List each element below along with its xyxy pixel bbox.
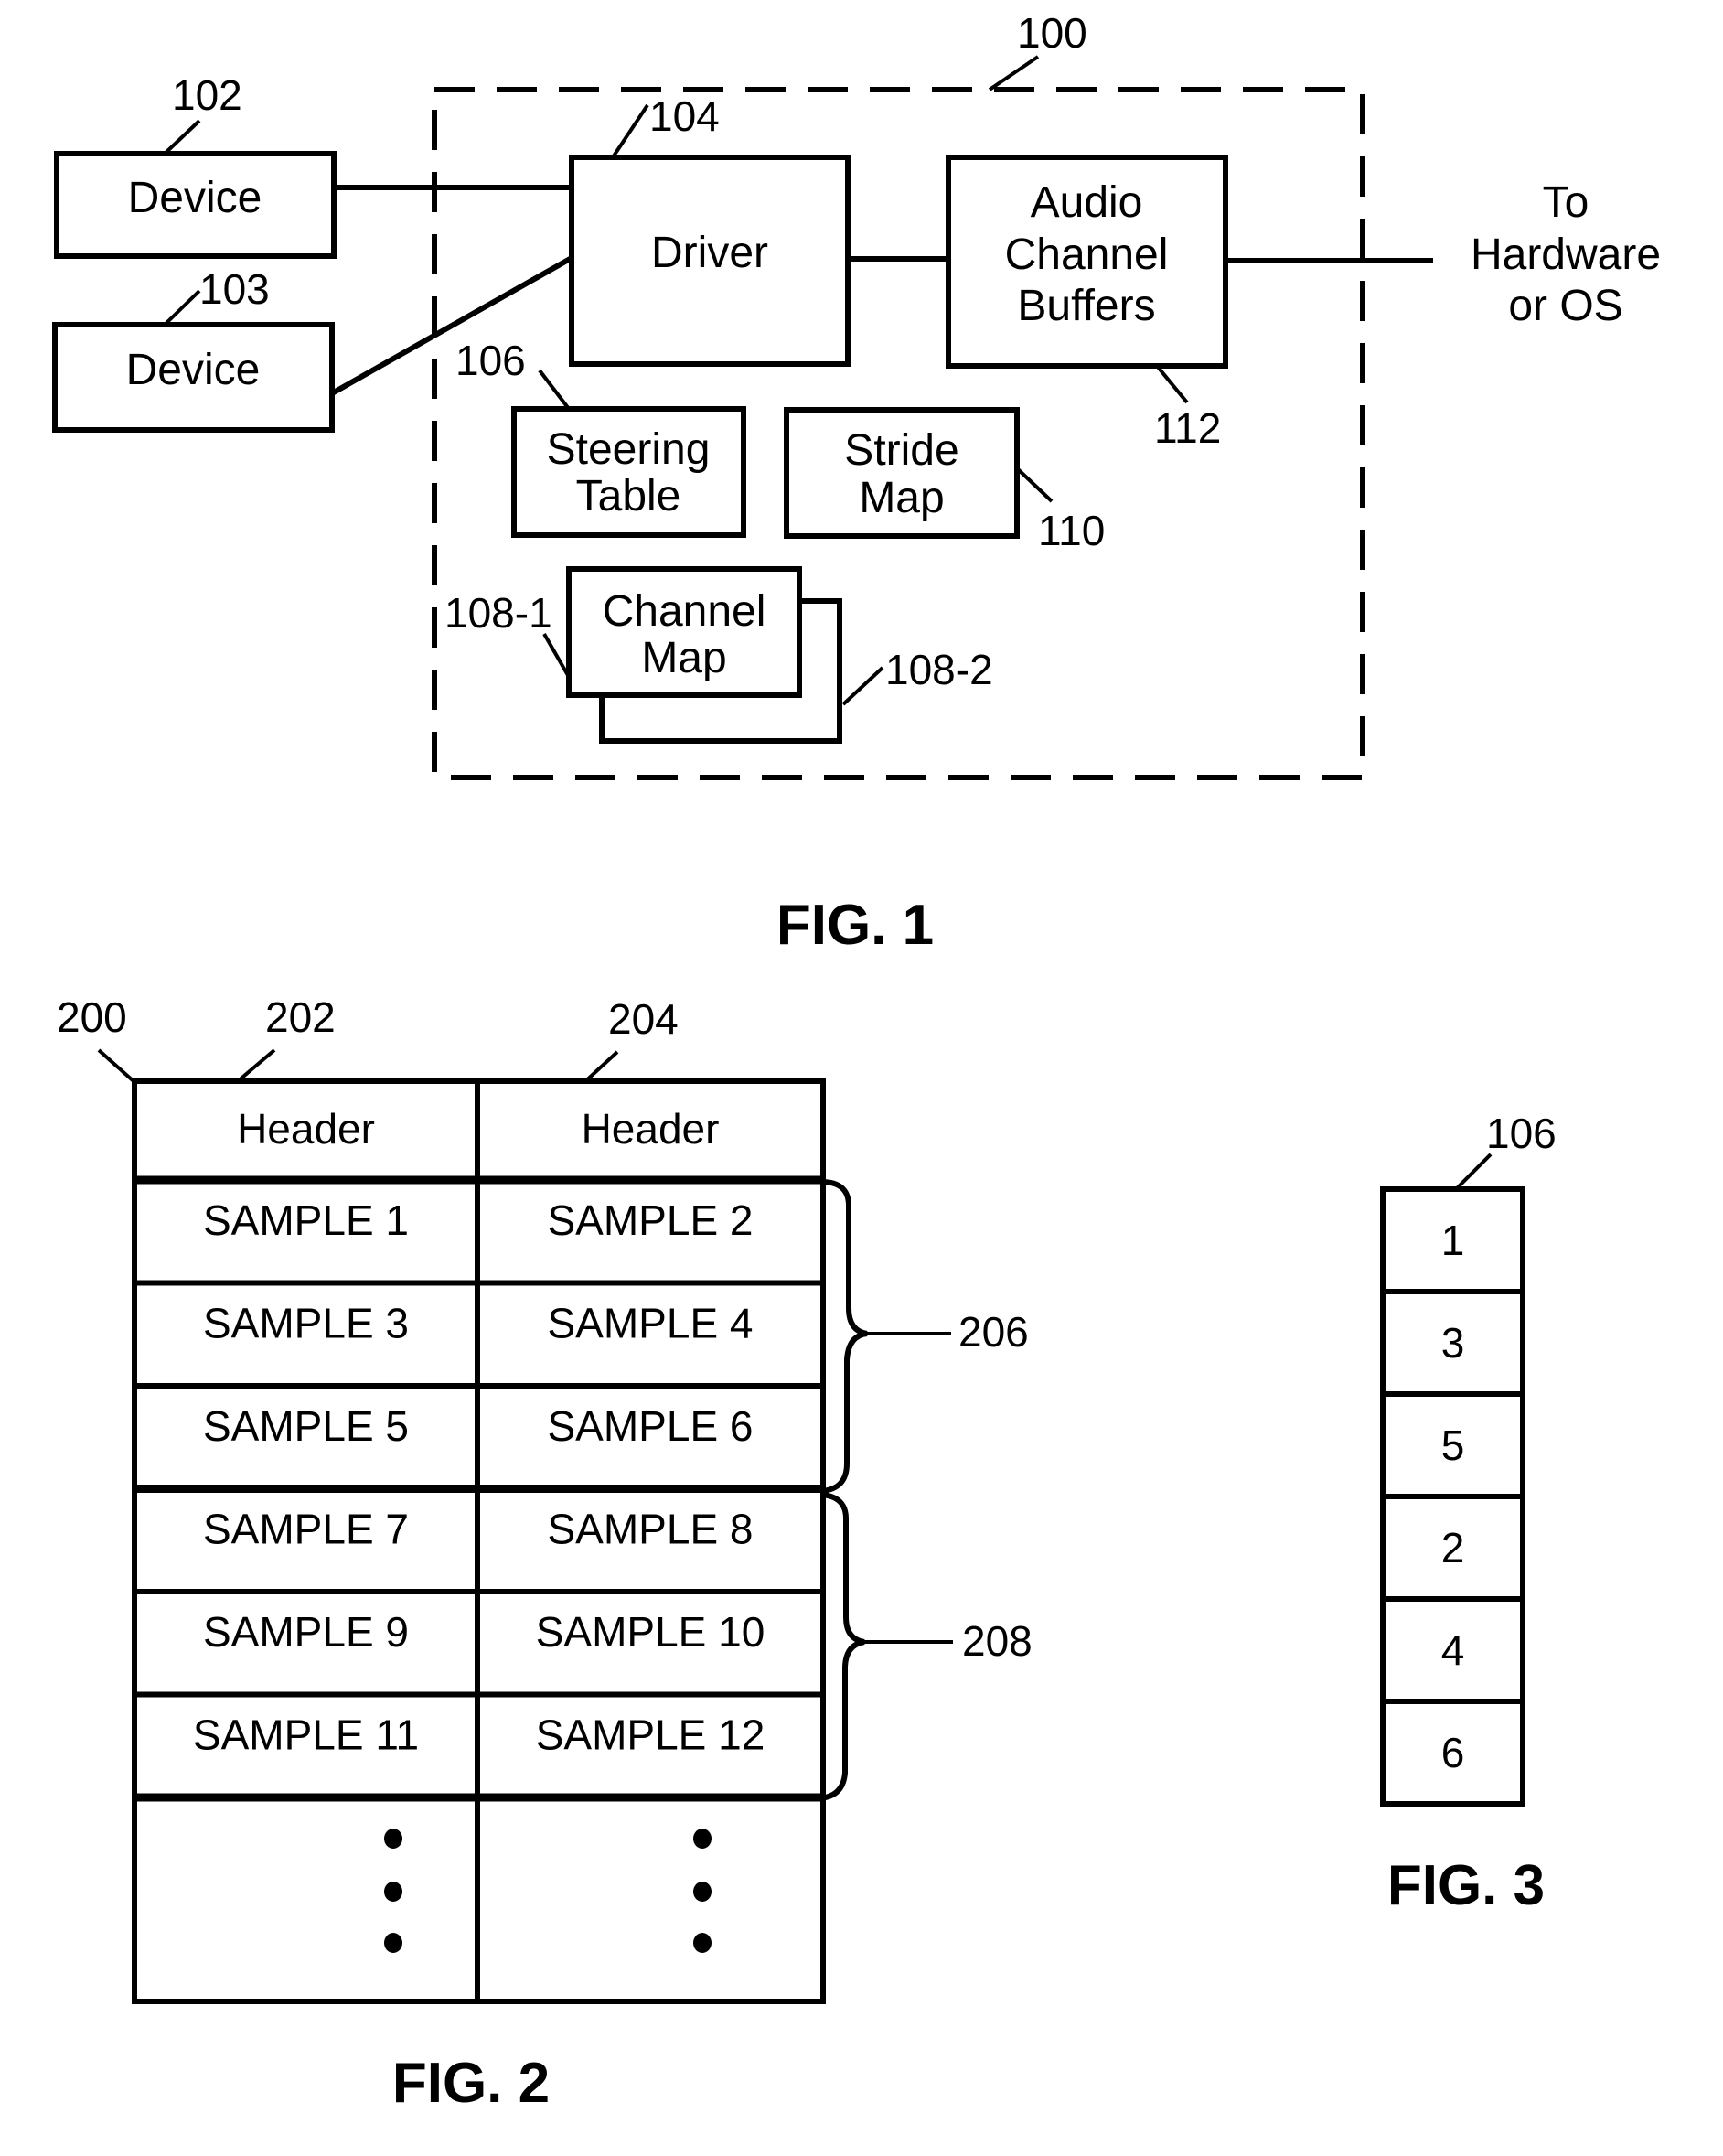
fig3-caption: FIG. 3 — [1387, 1854, 1545, 1917]
channel-map-label-line1: Channel — [603, 587, 766, 636]
steering-label-line2: Table — [576, 472, 681, 520]
ref-label-110: 110 — [1038, 507, 1105, 554]
ref-label-202: 202 — [265, 993, 336, 1041]
output-line1: To — [1543, 178, 1589, 227]
output-line2: Hardware — [1471, 231, 1661, 279]
ref-label-208: 208 — [962, 1617, 1033, 1665]
column-header: Header — [582, 1105, 720, 1153]
stride-label-line1: Stride — [844, 426, 958, 475]
fig2-caption: FIG. 2 — [392, 2052, 550, 2115]
stride-map-110: Stride Map 110 — [784, 407, 1105, 554]
sample-cell: SAMPLE 7 — [203, 1506, 409, 1553]
leader-line-204 — [582, 1050, 619, 1085]
patent-drawing-sheet: 100 Device 102 Device 103 Driver 104 Aud… — [52, 9, 1661, 2115]
steering-table-entries: 1 3 5 2 4 6 — [1380, 1186, 1525, 1807]
sample-cell: SAMPLE 11 — [193, 1711, 419, 1759]
sample-cell: SAMPLE 12 — [536, 1711, 765, 1759]
continuation-dot — [384, 1882, 402, 1902]
driver-104: Driver 104 — [569, 92, 851, 367]
sample-cell: SAMPLE 2 — [548, 1196, 754, 1244]
leader-line-108-1 — [542, 633, 571, 678]
device-102-label: Device — [128, 174, 262, 222]
ref-label-108-2: 108-2 — [885, 646, 993, 693]
steering-entry: 1 — [1441, 1217, 1465, 1264]
leader-line-100 — [988, 55, 1040, 91]
fig1-caption: FIG. 1 — [776, 894, 934, 957]
continuation-dot — [693, 1829, 712, 1849]
leader-line-102 — [163, 119, 201, 156]
ref-label-102: 102 — [172, 71, 242, 119]
sample-cell: SAMPLE 6 — [548, 1402, 754, 1450]
leader-line-103 — [163, 289, 201, 327]
brace-206 — [820, 1179, 868, 1494]
channel-map-label-line2: Map — [641, 634, 726, 682]
leader-line-106 — [538, 369, 571, 411]
sample-cell: SAMPLE 9 — [203, 1608, 409, 1656]
stride-label-line2: Map — [859, 474, 944, 522]
sample-cell: SAMPLE 3 — [203, 1300, 409, 1347]
ref-label-112: 112 — [1154, 404, 1221, 452]
ref-label-204: 204 — [608, 995, 679, 1043]
ref-label-100: 100 — [1017, 9, 1087, 57]
leader-line-110 — [1015, 467, 1054, 503]
sample-cell: SAMPLE 5 — [203, 1402, 409, 1450]
continuation-dot — [384, 1933, 402, 1953]
device-103: Device 103 — [52, 265, 335, 433]
leader-line-112 — [1155, 364, 1189, 404]
continuation-dot — [693, 1933, 712, 1953]
fig3: 106 1 3 5 2 4 6 FIG. 3 — [1380, 1110, 1557, 1917]
brace-208 — [819, 1492, 865, 1801]
sample-cell: SAMPLE 10 — [536, 1608, 765, 1656]
column-header: Header — [237, 1105, 375, 1153]
steering-entry: 4 — [1441, 1626, 1465, 1674]
output-destination: To Hardware or OS — [1471, 178, 1661, 330]
leader-line-104 — [611, 103, 649, 159]
ref-label-106-fig3: 106 — [1486, 1110, 1557, 1157]
ref-label-103: 103 — [199, 265, 270, 313]
ref-label-108-1: 108-1 — [444, 589, 552, 637]
leader-line-202 — [236, 1048, 276, 1083]
buffers-label-line1: Audio — [1031, 178, 1143, 227]
fig2: 200 202 204 Header Header SAMPLE 1 SAMPLE 2… — [57, 993, 1033, 2115]
steering-label-line1: Steering — [547, 425, 711, 474]
leader-line-108-2 — [841, 666, 884, 706]
steering-entry: 5 — [1441, 1421, 1465, 1469]
steering-entry: 6 — [1441, 1729, 1465, 1776]
sample-cell: SAMPLE 4 — [548, 1300, 754, 1347]
driver-label: Driver — [651, 229, 768, 277]
buffers-label-line2: Channel — [1005, 231, 1169, 279]
ref-label-200: 200 — [57, 993, 127, 1041]
leader-line-106-fig3 — [1454, 1153, 1493, 1191]
device-103-label: Device — [126, 346, 261, 394]
steering-entry: 2 — [1441, 1524, 1465, 1571]
wire-device103-driver — [330, 255, 573, 396]
continuation-dot — [384, 1829, 402, 1849]
sample-cell: SAMPLE 8 — [548, 1506, 754, 1553]
fig1: 100 Device 102 Device 103 Driver 104 Aud… — [52, 9, 1661, 957]
sample-buffer-table: Header Header SAMPLE 1 SAMPLE 2 SAMPLE 3 SAMP… — [132, 1078, 826, 2004]
sample-cell: SAMPLE 1 — [203, 1196, 409, 1244]
device-102: Device 102 — [54, 71, 337, 259]
output-line3: or OS — [1508, 282, 1622, 330]
ref-label-106: 106 — [455, 337, 526, 384]
ref-label-206: 206 — [958, 1308, 1029, 1356]
steering-entry: 3 — [1441, 1319, 1465, 1367]
continuation-dot — [693, 1882, 712, 1902]
channel-maps-108: Channel Map 108-1 108-2 — [444, 566, 993, 744]
leader-line-200 — [97, 1048, 135, 1083]
buffers-label-line3: Buffers — [1017, 282, 1155, 330]
ref-label-104: 104 — [649, 92, 720, 140]
